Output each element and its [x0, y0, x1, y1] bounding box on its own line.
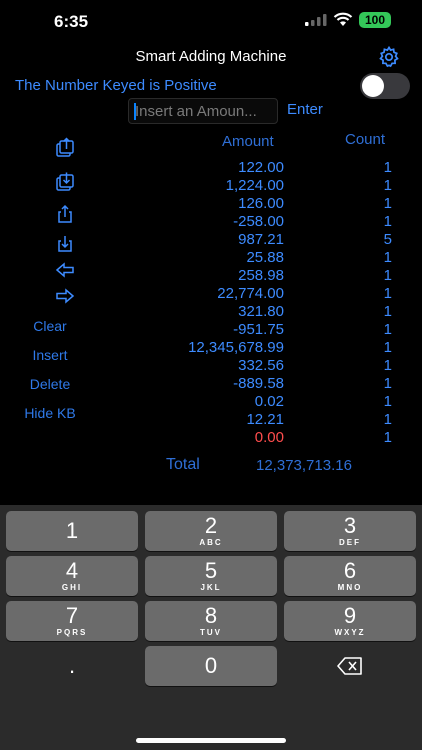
row-count[interactable]: 1 [384, 303, 392, 320]
key-number: . [68, 653, 76, 678]
key-number: 1 [65, 518, 79, 543]
key-letters: GHI [61, 583, 83, 592]
key-number: 7 [65, 603, 79, 628]
amount-input[interactable] [128, 98, 278, 124]
sign-label: The Number Keyed is Positive [15, 77, 217, 94]
numeric-keyboard: 1 2 ABC 3 DEF 4 GHI 5 JKL 6 MNO 7 PQRS 8… [0, 505, 422, 750]
row-count[interactable]: 1 [384, 249, 392, 266]
row-amount[interactable]: 0.00 [255, 429, 284, 446]
cellular-signal-icon [305, 14, 327, 26]
row-count[interactable]: 1 [384, 411, 392, 428]
row-count[interactable]: 1 [384, 375, 392, 392]
row-amount[interactable]: -951.75 [233, 321, 284, 338]
row-amount[interactable]: 12.21 [246, 411, 284, 428]
share-icon[interactable] [54, 203, 76, 225]
key-letters: DEF [339, 538, 361, 547]
row-amount[interactable]: 0.02 [255, 393, 284, 410]
key-dot[interactable]: . [6, 646, 138, 686]
key-8[interactable]: 8 TUV [145, 601, 277, 641]
key-6[interactable]: 6 MNO [284, 556, 416, 596]
key-4[interactable]: 4 GHI [6, 556, 138, 596]
key-2[interactable]: 2 ABC [145, 511, 277, 551]
amount-header: Amount [222, 133, 274, 150]
key-letters: MNO [337, 583, 363, 592]
row-amount[interactable]: 122.00 [238, 159, 284, 176]
row-count[interactable]: 1 [384, 393, 392, 410]
key-letters: JKL [200, 583, 222, 592]
key-number: 2 [204, 513, 218, 538]
row-count[interactable]: 5 [384, 231, 392, 248]
key-letters: TUV [200, 628, 222, 637]
sign-toggle[interactable] [360, 73, 410, 99]
delete-button[interactable]: Delete [0, 376, 100, 392]
row-amount[interactable]: 1,224.00 [226, 177, 284, 194]
wifi-icon [333, 12, 353, 26]
row-amount[interactable]: 22,774.00 [217, 285, 284, 302]
download-doc-icon[interactable] [54, 170, 76, 192]
row-amount[interactable]: 25.88 [246, 249, 284, 266]
row-count[interactable]: 1 [384, 177, 392, 194]
enter-button[interactable]: Enter [287, 101, 323, 118]
row-amount[interactable]: -889.58 [233, 375, 284, 392]
key-number: 0 [204, 653, 218, 678]
row-count[interactable]: 1 [384, 429, 392, 446]
key-3[interactable]: 3 DEF [284, 511, 416, 551]
row-count[interactable]: 1 [384, 267, 392, 284]
count-header: Count [345, 131, 386, 148]
share-doc-icon[interactable] [54, 136, 76, 158]
row-amount[interactable]: 332.56 [238, 357, 284, 374]
toggle-knob [362, 75, 384, 97]
key-7[interactable]: 7 PQRS [6, 601, 138, 641]
key-letters: ABC [199, 538, 223, 547]
battery-indicator: 100 [359, 12, 391, 28]
arrow-left-icon[interactable] [54, 259, 76, 281]
download-icon[interactable] [54, 232, 76, 254]
home-indicator [136, 738, 286, 743]
row-count[interactable]: 1 [384, 339, 392, 356]
page-title: Smart Adding Machine [135, 48, 287, 65]
backspace-key[interactable] [284, 646, 416, 686]
row-amount[interactable]: 987.21 [238, 231, 284, 248]
text-cursor [134, 103, 136, 120]
row-amount[interactable]: 126.00 [238, 195, 284, 212]
row-count[interactable]: 1 [384, 321, 392, 338]
row-count[interactable]: 1 [384, 213, 392, 230]
row-amount[interactable]: 321.80 [238, 303, 284, 320]
key-5[interactable]: 5 JKL [145, 556, 277, 596]
key-number: 9 [343, 603, 357, 628]
status-time: 6:35 [54, 12, 89, 31]
row-amount[interactable]: 258.98 [238, 267, 284, 284]
arrow-right-icon[interactable] [54, 285, 76, 307]
row-count[interactable]: 1 [384, 159, 392, 176]
total-value: 12,373,713.16 [256, 457, 352, 474]
row-count[interactable]: 1 [384, 285, 392, 302]
insert-button[interactable]: Insert [0, 347, 100, 363]
row-amount[interactable]: 12,345,678.99 [188, 339, 284, 356]
total-label: Total [166, 456, 200, 473]
key-9[interactable]: 9 WXYZ [284, 601, 416, 641]
row-count[interactable]: 1 [384, 357, 392, 374]
key-1[interactable]: 1 [6, 511, 138, 551]
key-number: 4 [65, 558, 79, 583]
key-letters: WXYZ [334, 628, 366, 637]
key-number: 8 [204, 603, 218, 628]
key-number: 6 [343, 558, 357, 583]
key-number: 5 [204, 558, 218, 583]
clear-button[interactable]: Clear [0, 318, 100, 334]
gear-icon[interactable] [377, 45, 401, 69]
backspace-icon [337, 657, 362, 675]
key-number: 3 [343, 513, 357, 538]
row-count[interactable]: 1 [384, 195, 392, 212]
hide-keyboard-button[interactable]: Hide KB [0, 405, 100, 421]
key-0[interactable]: 0 [145, 646, 277, 686]
key-letters: PQRS [56, 628, 88, 637]
row-amount[interactable]: -258.00 [233, 213, 284, 230]
